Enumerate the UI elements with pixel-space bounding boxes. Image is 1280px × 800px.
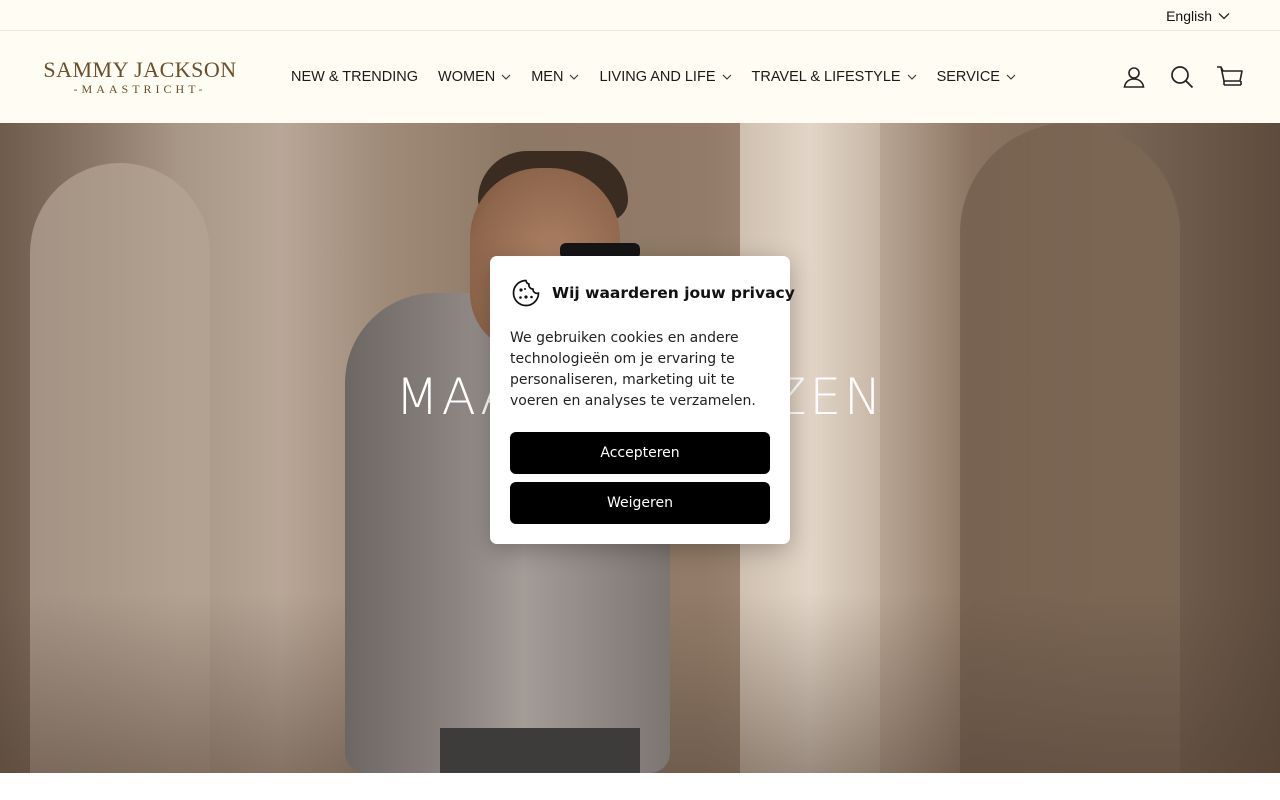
chevron-down-icon [570, 74, 579, 80]
nav-item-label: SERVICE [936, 69, 1000, 85]
cookie-icon [512, 279, 540, 307]
nav-item-service[interactable]: SERVICE [927, 65, 1026, 89]
account-icon [1123, 67, 1145, 88]
chevron-down-icon [501, 74, 511, 80]
nav-item-new-trending[interactable]: NEW & TRENDING [281, 65, 428, 89]
cookie-modal-header: Wij waarderen jouw privacy [511, 278, 795, 308]
logo[interactable]: SAMMY JACKSON -MAASTRICHT- [39, 58, 241, 98]
nav-item-label: MEN [531, 69, 564, 85]
nav-item-living-and-life[interactable]: LIVING AND LIFE [589, 65, 741, 89]
language-label: English [1166, 8, 1212, 24]
cookie-consent-modal: Wij waarderen jouw privacy We gebruiken … [490, 256, 795, 544]
nav-item-label: TRAVEL & LIFESTYLE [751, 69, 901, 85]
decline-button[interactable]: Weigeren [510, 482, 770, 524]
site-header: SAMMY JACKSON -MAASTRICHT- NEW & TRENDIN… [0, 31, 1280, 123]
page-content-start [0, 773, 1280, 800]
chevron-down-icon [1006, 74, 1016, 80]
nav-item-men[interactable]: MEN [521, 65, 589, 89]
nav-item-label: NEW & TRENDING [291, 69, 419, 85]
nav-item-women[interactable]: WOMEN [428, 65, 521, 89]
cart-button[interactable] [1216, 63, 1244, 91]
hero-model-trousers [440, 728, 640, 773]
chevron-down-icon [907, 74, 916, 80]
nav-item-travel-lifestyle[interactable]: TRAVEL & LIFESTYLE [742, 65, 927, 89]
logo-wordmark: SAMMY JACKSON [43, 57, 237, 82]
cookie-modal-title: Wij waarderen jouw privacy [552, 284, 795, 302]
nav-item-label: LIVING AND LIFE [599, 69, 716, 85]
main-nav: NEW & TRENDING WOMEN MEN LIVING AND LIFE… [281, 65, 1026, 89]
nav-item-label: WOMEN [438, 69, 496, 85]
accept-button[interactable]: Accepteren [510, 432, 770, 474]
logo-subtitle: -MAASTRICHT- [73, 82, 207, 96]
language-selector[interactable]: English [1166, 7, 1230, 25]
utility-bar: English [0, 0, 1280, 31]
header-actions [1120, 63, 1244, 91]
search-button[interactable] [1168, 63, 1196, 91]
cookie-modal-text: We gebruiken cookies en andere technolog… [510, 330, 756, 409]
chevron-down-icon [722, 74, 731, 80]
cart-icon [1217, 66, 1243, 86]
account-button[interactable] [1120, 63, 1148, 91]
search-icon [1171, 66, 1194, 89]
chevron-down-icon [1218, 13, 1230, 20]
